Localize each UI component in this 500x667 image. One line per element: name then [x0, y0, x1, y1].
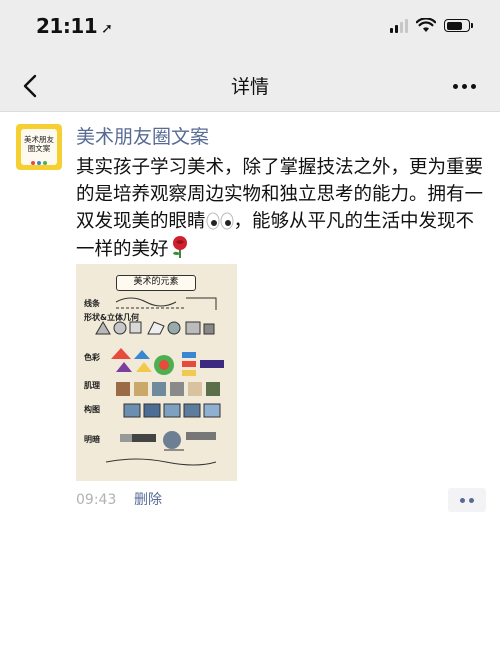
eyes-emoji-icon — [206, 212, 234, 230]
clock-text: 21:11 — [36, 14, 98, 38]
cellular-signal-icon — [390, 18, 408, 33]
avatar[interactable]: 美术朋友 圈文案 — [16, 124, 62, 170]
more-button[interactable] — [444, 68, 484, 104]
comment-dots-icon — [460, 497, 465, 503]
image-label-color: 色彩 — [84, 353, 100, 362]
image-label-composition: 构图 — [84, 405, 100, 414]
page-title: 详情 — [230, 76, 269, 98]
post-content: 其实孩子学习美术，除了掌握技法之外，更为重要的是培养观察周边实物和独立思考的能力… — [76, 154, 486, 263]
status-icons — [390, 18, 473, 33]
art-elements-illustration — [95, 297, 224, 466]
post-image[interactable]: 美术的元素 线条 形状&立体几何 色彩 肌理 构图 明暗 — [76, 264, 237, 481]
image-label-shapes: 形状&立体几何 — [84, 313, 139, 322]
post-time: 09:43 — [76, 492, 117, 508]
avatar-decoration — [16, 161, 62, 165]
image-label-lines: 线条 — [84, 299, 100, 308]
more-dots-icon — [452, 83, 458, 89]
rose-emoji-icon — [172, 236, 187, 258]
avatar-logo: 美术朋友 圈文案 — [21, 129, 57, 165]
delete-link[interactable]: 删除 — [134, 490, 162, 510]
comment-button[interactable] — [448, 488, 486, 512]
navigation-bar: 详情 — [0, 60, 500, 112]
post-meta: 09:43 删除 — [76, 488, 486, 514]
image-label-texture: 肌理 — [84, 381, 100, 390]
battery-level — [446, 21, 463, 30]
status-time: 21:11 ➚ — [36, 14, 113, 38]
wifi-icon — [416, 18, 436, 32]
battery-icon — [444, 19, 473, 32]
location-arrow-icon: ➚ — [101, 21, 113, 37]
author-name[interactable]: 美术朋友圈文案 — [76, 122, 209, 149]
status-bar: 21:11 ➚ — [0, 0, 500, 60]
image-label-light-dark: 明暗 — [84, 435, 100, 444]
